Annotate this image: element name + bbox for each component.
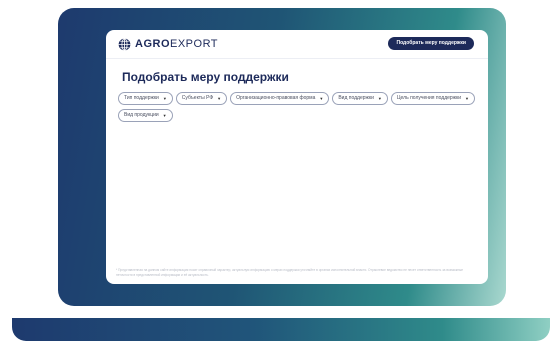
filter-region[interactable]: Субъекты РФ ▼ (175, 92, 228, 105)
caret-down-icon: ▼ (162, 113, 167, 118)
filter-support-kind[interactable]: Вид поддержки ▼ (332, 92, 388, 105)
filter-bar: Тип поддержки ▼ Субъекты РФ ▼ Организаци… (118, 92, 478, 122)
find-support-button[interactable]: Подобрать меру поддержки (388, 37, 474, 50)
filter-label: Субъекты РФ (181, 95, 214, 101)
filter-label: Тип поддержки (124, 95, 159, 101)
top-bar: AGROEXPORT Подобрать меру поддержки (106, 30, 488, 59)
filter-support-goal[interactable]: Цель получения поддержки ▼ (390, 92, 475, 105)
filter-label: Организационно-правовая форма (236, 95, 316, 101)
caret-down-icon: ▼ (217, 96, 222, 101)
globe-icon (118, 37, 131, 51)
caret-down-icon: ▼ (162, 96, 167, 101)
caret-down-icon: ▼ (465, 96, 469, 101)
filter-legal-form[interactable]: Организационно-правовая форма ▼ (230, 92, 330, 105)
laptop-base (12, 318, 550, 341)
caret-down-icon: ▼ (377, 96, 382, 101)
page-title: Подобрать меру поддержки (122, 70, 289, 84)
filter-label: Вид поддержки (338, 95, 374, 101)
caret-down-icon: ▼ (319, 96, 324, 101)
filter-label: Цель получения поддержки (396, 95, 462, 101)
logo-text: AGROEXPORT (135, 38, 219, 50)
filter-label: Вид продукции (124, 112, 159, 118)
filter-support-type[interactable]: Тип поддержки ▼ (118, 92, 173, 105)
filter-product-type[interactable]: Вид продукции ▼ (118, 109, 173, 122)
logo[interactable]: AGROEXPORT (118, 37, 218, 51)
disclaimer-footnote: * Представленная на данном сайте информа… (116, 268, 464, 277)
app-screen: AGROEXPORT Подобрать меру поддержки Подо… (106, 30, 488, 284)
